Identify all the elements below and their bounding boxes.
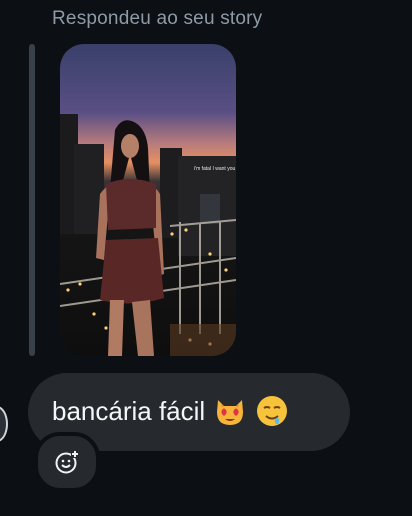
avatar[interactable] <box>0 406 8 442</box>
smiling-cat-heart-eyes-icon <box>213 394 247 428</box>
message-text: bancária fácil <box>52 395 206 426</box>
add-reaction-icon <box>55 450 79 474</box>
reply-label: Respondeu ao seu story <box>52 8 263 29</box>
add-reaction-button[interactable] <box>34 432 100 492</box>
reply-indicator-bar <box>29 44 35 356</box>
story-photo <box>60 114 236 356</box>
message-content: bancária fácil <box>52 394 289 428</box>
story-caption: i'm fatal I want you <box>194 166 236 172</box>
drooling-face-icon <box>255 394 289 428</box>
story-thumbnail[interactable]: i'm fatal I want you <box>60 44 236 356</box>
